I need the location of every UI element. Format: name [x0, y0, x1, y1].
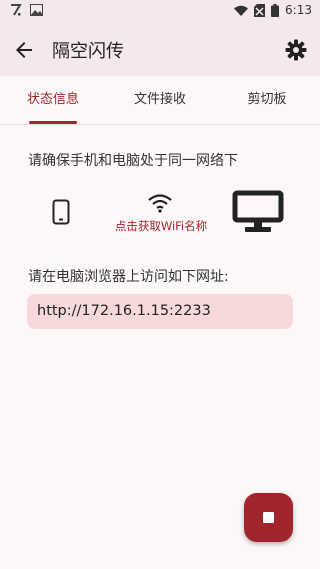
- tab-indicator: [29, 121, 77, 124]
- tab-bar: 状态信息 文件接收 剪切板: [0, 76, 320, 125]
- status-indicators: 6:13: [234, 3, 312, 17]
- status-time: 6:13: [285, 3, 312, 17]
- wifi-icon[interactable]: [147, 193, 173, 213]
- get-wifi-name-link[interactable]: 点击获取WiFi名称: [110, 218, 212, 234]
- stop-icon: [263, 512, 274, 523]
- browser-instruction: 请在电脑浏览器上访问如下网址:: [28, 269, 229, 285]
- url-box[interactable]: http://172.16.1.15:2233: [27, 294, 293, 329]
- image-notification-icon: [30, 4, 43, 16]
- status-notifications: [10, 4, 43, 16]
- tab-status[interactable]: 状态信息: [0, 76, 106, 124]
- phone-icon: [52, 199, 70, 225]
- z-notification-icon: [11, 4, 22, 16]
- no-sim-icon: [254, 3, 266, 17]
- settings-icon[interactable]: [284, 38, 308, 62]
- stop-button[interactable]: [244, 493, 293, 542]
- page-title: 隔空闪传: [52, 41, 124, 62]
- server-url[interactable]: http://172.16.1.15:2233: [37, 303, 211, 319]
- wifi-signal-icon: [234, 5, 249, 16]
- monitor-icon: [232, 190, 284, 232]
- tab-clipboard[interactable]: 剪切板: [214, 76, 320, 124]
- status-bar: 6:13: [0, 0, 320, 24]
- tab-file-receive[interactable]: 文件接收: [107, 76, 213, 124]
- network-instruction: 请确保手机和电脑处于同一网络下: [28, 153, 238, 169]
- back-arrow-icon[interactable]: [12, 38, 36, 62]
- app-bar: 隔空闪传: [0, 24, 320, 76]
- battery-icon: [271, 3, 280, 17]
